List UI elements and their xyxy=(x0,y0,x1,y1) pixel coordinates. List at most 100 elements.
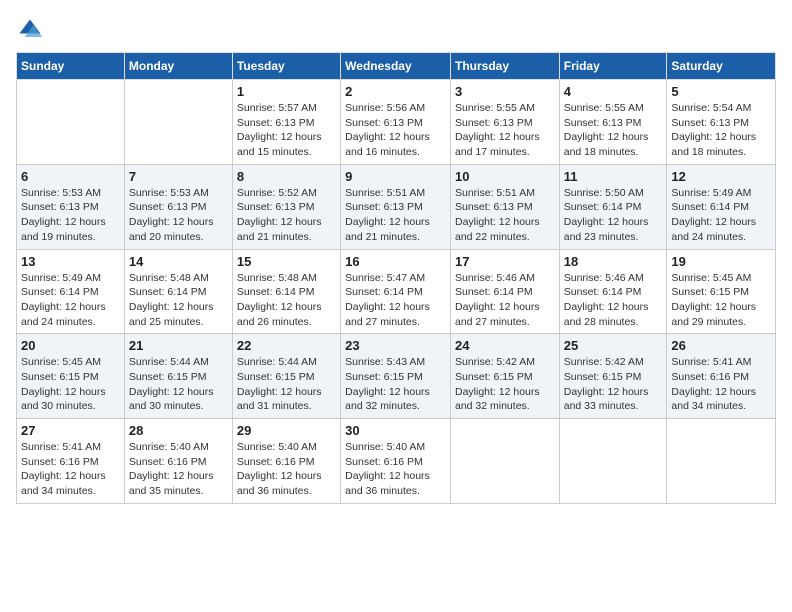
day-of-week-header: Tuesday xyxy=(232,53,340,80)
calendar-cell: 10 Sunrise: 5:51 AMSunset: 6:13 PMDayligh… xyxy=(450,164,559,249)
day-info: Sunrise: 5:56 AMSunset: 6:13 PMDaylight:… xyxy=(345,101,446,160)
day-info: Sunrise: 5:40 AMSunset: 6:16 PMDaylight:… xyxy=(345,440,446,499)
calendar-week-row: 13 Sunrise: 5:49 AMSunset: 6:14 PMDayligh… xyxy=(17,249,776,334)
day-info: Sunrise: 5:40 AMSunset: 6:16 PMDaylight:… xyxy=(129,440,228,499)
calendar-cell: 4 Sunrise: 5:55 AMSunset: 6:13 PMDaylight… xyxy=(559,80,667,165)
calendar-cell xyxy=(124,80,232,165)
day-number: 5 xyxy=(671,84,771,99)
day-info: Sunrise: 5:46 AMSunset: 6:14 PMDaylight:… xyxy=(564,271,663,330)
calendar-cell: 22 Sunrise: 5:44 AMSunset: 6:15 PMDayligh… xyxy=(232,334,340,419)
calendar-cell: 16 Sunrise: 5:47 AMSunset: 6:14 PMDayligh… xyxy=(341,249,451,334)
day-number: 25 xyxy=(564,338,663,353)
calendar-cell: 14 Sunrise: 5:48 AMSunset: 6:14 PMDayligh… xyxy=(124,249,232,334)
day-info: Sunrise: 5:40 AMSunset: 6:16 PMDaylight:… xyxy=(237,440,336,499)
day-info: Sunrise: 5:45 AMSunset: 6:15 PMDaylight:… xyxy=(21,355,120,414)
calendar-cell: 25 Sunrise: 5:42 AMSunset: 6:15 PMDayligh… xyxy=(559,334,667,419)
day-info: Sunrise: 5:48 AMSunset: 6:14 PMDaylight:… xyxy=(129,271,228,330)
calendar-cell: 27Sunrise: 5:41 AMSunset: 6:16 PMDayligh… xyxy=(17,419,125,504)
calendar-cell: 30 Sunrise: 5:40 AMSunset: 6:16 PMDayligh… xyxy=(341,419,451,504)
day-number: 7 xyxy=(129,169,228,184)
calendar-header-row: SundayMondayTuesdayWednesdayThursdayFrid… xyxy=(17,53,776,80)
day-number: 28 xyxy=(129,423,228,438)
calendar-table: SundayMondayTuesdayWednesdayThursdayFrid… xyxy=(16,52,776,504)
day-number: 24 xyxy=(455,338,555,353)
day-number: 16 xyxy=(345,254,446,269)
day-number: 12 xyxy=(671,169,771,184)
calendar-cell xyxy=(17,80,125,165)
logo-icon xyxy=(16,16,44,44)
calendar-cell: 24 Sunrise: 5:42 AMSunset: 6:15 PMDayligh… xyxy=(450,334,559,419)
day-info: Sunrise: 5:53 AMSunset: 6:13 PMDaylight:… xyxy=(21,186,120,245)
calendar-cell: 21 Sunrise: 5:44 AMSunset: 6:15 PMDayligh… xyxy=(124,334,232,419)
day-number: 20 xyxy=(21,338,120,353)
calendar-cell: 23 Sunrise: 5:43 AMSunset: 6:15 PMDayligh… xyxy=(341,334,451,419)
day-info: Sunrise: 5:49 AMSunset: 6:14 PMDaylight:… xyxy=(21,271,120,330)
day-info: Sunrise: 5:41 AMSunset: 6:16 PMDaylight:… xyxy=(671,355,771,414)
day-info: Sunrise: 5:48 AMSunset: 6:14 PMDaylight:… xyxy=(237,271,336,330)
calendar-cell: 3Sunrise: 5:55 AMSunset: 6:13 PMDaylight… xyxy=(450,80,559,165)
day-number: 21 xyxy=(129,338,228,353)
calendar-week-row: 27Sunrise: 5:41 AMSunset: 6:16 PMDayligh… xyxy=(17,419,776,504)
calendar-cell: 7 Sunrise: 5:53 AMSunset: 6:13 PMDaylight… xyxy=(124,164,232,249)
calendar-cell: 19Sunrise: 5:45 AMSunset: 6:15 PMDayligh… xyxy=(667,249,776,334)
calendar-cell xyxy=(559,419,667,504)
day-info: Sunrise: 5:54 AMSunset: 6:13 PMDaylight:… xyxy=(671,101,771,160)
day-number: 14 xyxy=(129,254,228,269)
day-of-week-header: Saturday xyxy=(667,53,776,80)
day-info: Sunrise: 5:44 AMSunset: 6:15 PMDaylight:… xyxy=(237,355,336,414)
day-info: Sunrise: 5:42 AMSunset: 6:15 PMDaylight:… xyxy=(455,355,555,414)
day-of-week-header: Wednesday xyxy=(341,53,451,80)
day-number: 3 xyxy=(455,84,555,99)
calendar-cell: 12 Sunrise: 5:49 AMSunset: 6:14 PMDayligh… xyxy=(667,164,776,249)
day-of-week-header: Thursday xyxy=(450,53,559,80)
day-number: 29 xyxy=(237,423,336,438)
day-number: 26 xyxy=(671,338,771,353)
day-info: Sunrise: 5:51 AMSunset: 6:13 PMDaylight:… xyxy=(345,186,446,245)
day-info: Sunrise: 5:49 AMSunset: 6:14 PMDaylight:… xyxy=(671,186,771,245)
calendar-week-row: 20 Sunrise: 5:45 AMSunset: 6:15 PMDayligh… xyxy=(17,334,776,419)
calendar-cell: 15 Sunrise: 5:48 AMSunset: 6:14 PMDayligh… xyxy=(232,249,340,334)
day-info: Sunrise: 5:42 AMSunset: 6:15 PMDaylight:… xyxy=(564,355,663,414)
day-info: Sunrise: 5:44 AMSunset: 6:15 PMDaylight:… xyxy=(129,355,228,414)
calendar-cell: 20 Sunrise: 5:45 AMSunset: 6:15 PMDayligh… xyxy=(17,334,125,419)
day-number: 30 xyxy=(345,423,446,438)
day-number: 10 xyxy=(455,169,555,184)
day-number: 8 xyxy=(237,169,336,184)
day-number: 17 xyxy=(455,254,555,269)
calendar-cell: 1 Sunrise: 5:57 AMSunset: 6:13 PMDaylight… xyxy=(232,80,340,165)
calendar-cell xyxy=(667,419,776,504)
day-of-week-header: Friday xyxy=(559,53,667,80)
calendar-cell: 2Sunrise: 5:56 AMSunset: 6:13 PMDaylight… xyxy=(341,80,451,165)
page-header xyxy=(16,16,776,44)
calendar-cell: 8Sunrise: 5:52 AMSunset: 6:13 PMDaylight… xyxy=(232,164,340,249)
day-info: Sunrise: 5:43 AMSunset: 6:15 PMDaylight:… xyxy=(345,355,446,414)
day-info: Sunrise: 5:47 AMSunset: 6:14 PMDaylight:… xyxy=(345,271,446,330)
day-info: Sunrise: 5:45 AMSunset: 6:15 PMDaylight:… xyxy=(671,271,771,330)
calendar-cell: 18Sunrise: 5:46 AMSunset: 6:14 PMDayligh… xyxy=(559,249,667,334)
calendar-cell: 26 Sunrise: 5:41 AMSunset: 6:16 PMDayligh… xyxy=(667,334,776,419)
calendar-cell: 5 Sunrise: 5:54 AMSunset: 6:13 PMDaylight… xyxy=(667,80,776,165)
day-number: 27 xyxy=(21,423,120,438)
day-number: 13 xyxy=(21,254,120,269)
calendar-week-row: 6 Sunrise: 5:53 AMSunset: 6:13 PMDaylight… xyxy=(17,164,776,249)
day-number: 4 xyxy=(564,84,663,99)
calendar-cell: 9 Sunrise: 5:51 AMSunset: 6:13 PMDaylight… xyxy=(341,164,451,249)
calendar-cell: 11Sunrise: 5:50 AMSunset: 6:14 PMDayligh… xyxy=(559,164,667,249)
day-number: 6 xyxy=(21,169,120,184)
day-info: Sunrise: 5:55 AMSunset: 6:13 PMDaylight:… xyxy=(564,101,663,160)
calendar-cell: 17Sunrise: 5:46 AMSunset: 6:14 PMDayligh… xyxy=(450,249,559,334)
day-info: Sunrise: 5:53 AMSunset: 6:13 PMDaylight:… xyxy=(129,186,228,245)
day-info: Sunrise: 5:57 AMSunset: 6:13 PMDaylight:… xyxy=(237,101,336,160)
day-number: 23 xyxy=(345,338,446,353)
logo xyxy=(16,16,48,44)
day-of-week-header: Monday xyxy=(124,53,232,80)
day-number: 9 xyxy=(345,169,446,184)
calendar-cell xyxy=(450,419,559,504)
day-info: Sunrise: 5:51 AMSunset: 6:13 PMDaylight:… xyxy=(455,186,555,245)
calendar-cell: 13 Sunrise: 5:49 AMSunset: 6:14 PMDayligh… xyxy=(17,249,125,334)
day-number: 1 xyxy=(237,84,336,99)
day-info: Sunrise: 5:50 AMSunset: 6:14 PMDaylight:… xyxy=(564,186,663,245)
day-number: 15 xyxy=(237,254,336,269)
day-number: 22 xyxy=(237,338,336,353)
calendar-cell: 28 Sunrise: 5:40 AMSunset: 6:16 PMDayligh… xyxy=(124,419,232,504)
